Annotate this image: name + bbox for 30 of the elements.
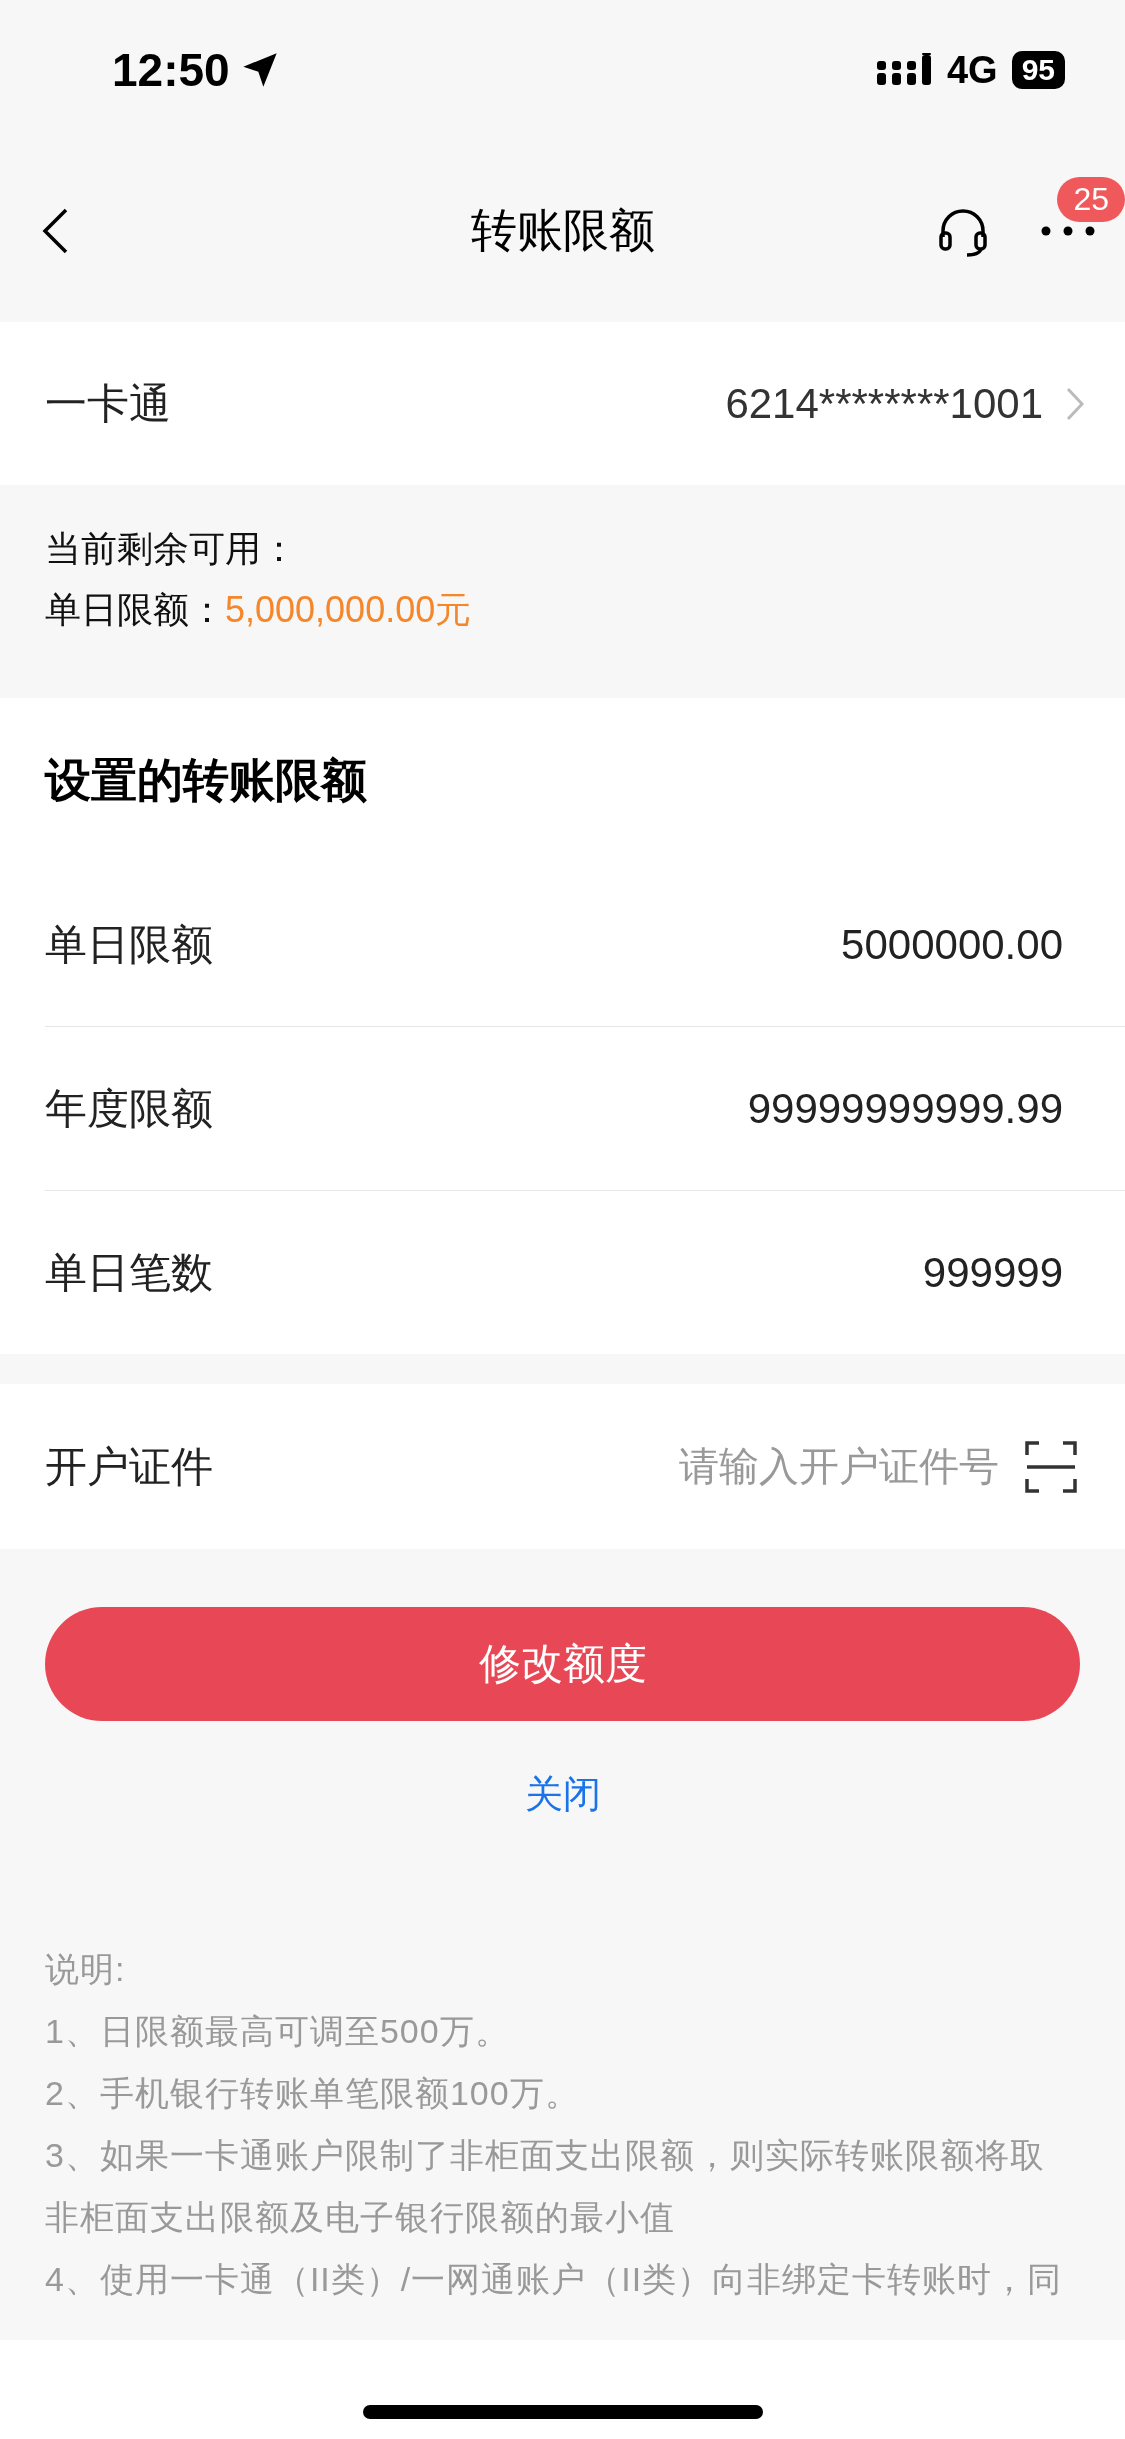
card-number[interactable]: 6214********1001: [725, 379, 1043, 428]
close-link[interactable]: 关闭: [524, 1769, 601, 1820]
modify-limit-button[interactable]: 修改额度: [45, 1607, 1080, 1721]
more-icon[interactable]: [1041, 225, 1095, 237]
id-label: 开户证件: [45, 1441, 213, 1492]
status-time: 12:50: [112, 43, 230, 97]
available-caption: 当前剩余可用：: [45, 527, 298, 571]
note-text: 4、使用一卡通（II类）/一网通账户（II类）向非绑定卡转账时，同: [45, 2259, 1064, 2300]
limit-value: 5000000.00: [841, 920, 1063, 969]
daily-limit-label: 单日限额：: [45, 589, 225, 630]
available-amount: 5,000,000.00元: [225, 589, 472, 630]
limit-value: 99999999999.99: [747, 1084, 1063, 1133]
back-icon[interactable]: [40, 206, 70, 256]
section-heading: 设置的转账限额: [43, 752, 368, 808]
notification-badge: 25: [1057, 177, 1125, 222]
limit-label: 单日限额: [45, 919, 213, 970]
notes-title: 说明:: [45, 1949, 127, 1990]
note-text: 2、手机银行转账单笔限额100万。: [45, 2073, 581, 2114]
note-text: 1、日限额最高可调至500万。: [45, 2011, 511, 2052]
scan-icon[interactable]: [1025, 1440, 1077, 1493]
note-text: 3、如果一卡通账户限制了非柜面支出限额，则实际转账限额将取非柜面支出限额及电子银行限额的最小值: [45, 2135, 1046, 2238]
limit-value: 999999: [922, 1248, 1063, 1297]
page-title: 转账限额: [470, 203, 655, 258]
account-label: 一卡通: [45, 378, 171, 429]
id-number-field[interactable]: 请输入开户证件号: [213, 1443, 1001, 1490]
signal-icon: [876, 53, 933, 87]
limit-label: 年度限额: [45, 1083, 213, 1134]
battery-level: 95: [1011, 51, 1065, 89]
network-label: 4G: [946, 48, 998, 92]
limit-label: 单日笔数: [45, 1247, 213, 1298]
